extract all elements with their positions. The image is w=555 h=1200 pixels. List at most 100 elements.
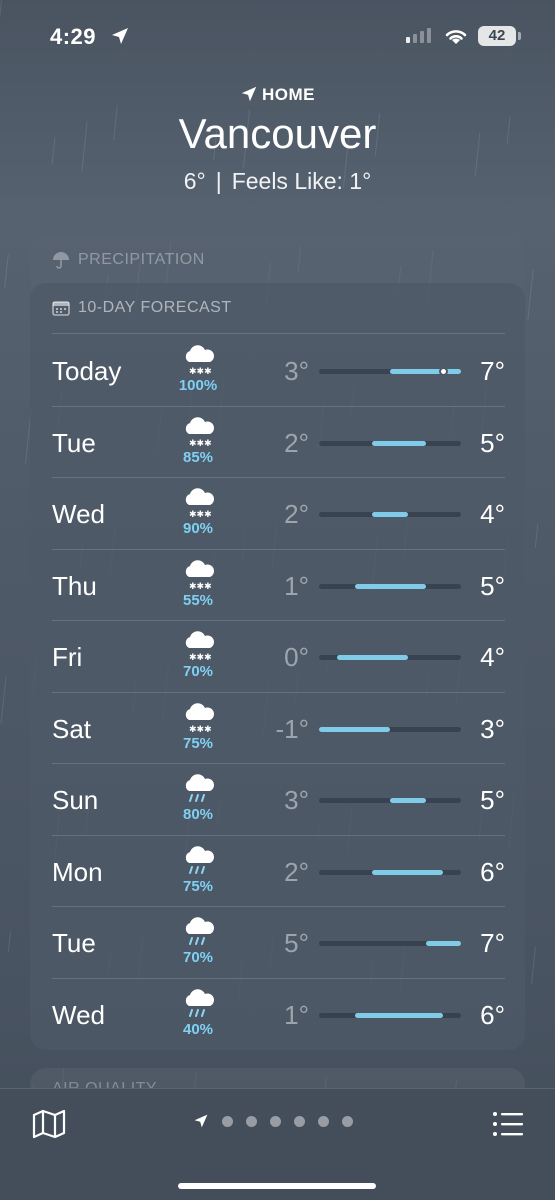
map-icon[interactable] xyxy=(32,1109,66,1139)
rain-cloud-icon xyxy=(185,988,214,1017)
temp-range-bar xyxy=(354,1012,444,1018)
day-label: Today xyxy=(52,356,122,386)
page-dot[interactable] xyxy=(318,1115,329,1127)
forecast-row[interactable]: Sun 80% 3° 5° xyxy=(52,764,505,836)
ten-day-forecast-card[interactable]: 10-DAY FORECAST Today ✱✱✱ 100% 3° 7° Tue ✱✱✱ 85… xyxy=(30,283,525,1050)
feels-like: Feels Like: 1° xyxy=(231,168,372,194)
temp-range-track xyxy=(319,941,461,946)
forecast-row[interactable]: Sat ✱✱✱ 75% -1° 3° xyxy=(52,693,505,764)
precip-chance: 90% xyxy=(182,520,214,537)
low-temp: 1° xyxy=(284,570,309,601)
temp-range-bar xyxy=(425,941,461,946)
home-label-text: HOME xyxy=(262,85,315,104)
day-label: Wed xyxy=(52,999,105,1030)
battery-level: 42 xyxy=(488,27,506,44)
high-temp: 7° xyxy=(480,356,505,386)
temp-range-bar xyxy=(319,726,390,732)
temp-range-track xyxy=(319,583,461,589)
low-temp: 3° xyxy=(284,785,309,815)
page-dot[interactable] xyxy=(342,1115,353,1127)
current-temp-dot xyxy=(439,367,449,376)
svg-text:✱✱✱: ✱✱✱ xyxy=(189,367,212,375)
temp-range-track xyxy=(319,655,461,660)
day-label: Mon xyxy=(52,856,103,887)
snow-cloud-icon: ✱✱✱ xyxy=(185,631,214,661)
current-temp: 6° xyxy=(183,168,206,194)
location-arrow-icon[interactable] xyxy=(193,1113,209,1129)
day-label: Tue xyxy=(52,928,96,958)
precip-chance: 75% xyxy=(182,877,214,895)
snow-cloud-icon: ✱✱✱ xyxy=(185,702,214,733)
high-temp: 4° xyxy=(480,642,505,672)
page-dot[interactable] xyxy=(246,1115,257,1127)
temp-range-track xyxy=(319,440,461,446)
calendar-icon xyxy=(52,301,70,316)
forecast-row[interactable]: Mon 75% 2° 6° xyxy=(52,836,505,907)
low-temp: 2° xyxy=(284,499,309,529)
temp-range-bar xyxy=(354,583,426,589)
page-indicator[interactable] xyxy=(193,1113,353,1129)
low-temp: 2° xyxy=(284,856,309,887)
day-label: Fri xyxy=(52,642,83,672)
temp-range-track xyxy=(319,1012,461,1018)
high-temp: 5° xyxy=(480,785,505,815)
status-time: 4:29 xyxy=(50,24,97,49)
rain-cloud-icon xyxy=(185,774,214,802)
precip-chance: 55% xyxy=(182,591,214,609)
svg-text:✱✱✱: ✱✱✱ xyxy=(189,582,212,590)
high-temp: 6° xyxy=(480,856,505,887)
snow-cloud-icon: ✱✱✱ xyxy=(185,488,214,518)
svg-text:✱✱✱: ✱✱✱ xyxy=(189,439,212,447)
forecast-row[interactable]: Fri ✱✱✱ 70% 0° 4° xyxy=(52,621,505,693)
temp-range-track xyxy=(319,869,461,875)
temp-range-bar xyxy=(372,869,444,875)
home-indicator[interactable] xyxy=(178,1183,376,1189)
separator: | xyxy=(215,168,222,194)
day-label: Sat xyxy=(52,713,92,744)
current-conditions: 6° | Feels Like: 1° xyxy=(0,168,555,195)
temp-range-track xyxy=(319,798,461,803)
high-temp: 3° xyxy=(480,713,505,744)
forecast-row[interactable]: Tue ✱✱✱ 85% 2° 5° xyxy=(52,407,505,478)
forecast-row[interactable]: Tue 70% 5° 7° xyxy=(52,907,505,979)
high-temp: 5° xyxy=(480,427,505,458)
precip-chance: 100% xyxy=(178,377,218,394)
page-dot[interactable] xyxy=(222,1115,233,1127)
temp-range-track xyxy=(319,726,461,732)
snow-cloud-icon: ✱✱✱ xyxy=(185,345,214,375)
page-dot[interactable] xyxy=(270,1115,281,1127)
low-temp: 0° xyxy=(284,642,309,672)
high-temp: 6° xyxy=(480,999,505,1030)
list-icon[interactable] xyxy=(491,1109,525,1139)
page-dot[interactable] xyxy=(294,1115,305,1127)
temp-range-bar xyxy=(372,512,408,517)
temp-range-bar xyxy=(390,798,426,803)
precip-chance: 70% xyxy=(182,949,214,966)
bottom-toolbar xyxy=(0,1088,555,1200)
forecast-row[interactable]: Today ✱✱✱ 100% 3° 7° xyxy=(52,335,505,407)
precip-chance: 80% xyxy=(182,806,214,823)
forecast-header: 10-DAY FORECAST xyxy=(52,299,232,317)
low-temp: 2° xyxy=(284,427,309,458)
day-label: Tue xyxy=(52,427,96,458)
high-temp: 7° xyxy=(480,928,505,958)
low-temp: 1° xyxy=(284,999,309,1030)
precip-chance: 75% xyxy=(182,734,214,752)
temp-range-bar xyxy=(336,655,408,660)
precipitation-header: PRECIPITATION xyxy=(52,251,205,269)
forecast-row[interactable]: Thu ✱✱✱ 55% 1° 5° xyxy=(52,550,505,621)
forecast-rows: Today ✱✱✱ 100% 3° 7° Tue ✱✱✱ 85% 2° 5° Wed ✱✱✱ 90% 2°… xyxy=(52,335,505,1050)
cellular-signal-icon xyxy=(406,28,431,43)
forecast-row[interactable]: Wed ✱✱✱ 90% 2° 4° xyxy=(52,478,505,550)
day-label: Thu xyxy=(52,570,97,601)
temp-range-bar xyxy=(390,369,461,374)
day-label: Sun xyxy=(52,785,99,815)
temp-range-track xyxy=(319,512,461,517)
snow-cloud-icon: ✱✱✱ xyxy=(185,559,214,590)
temp-range-bar xyxy=(372,440,426,446)
low-temp: -1° xyxy=(275,713,309,744)
rain-cloud-icon xyxy=(185,845,214,874)
divider xyxy=(52,333,505,334)
high-temp: 4° xyxy=(480,499,505,529)
forecast-row[interactable]: Wed 40% 1° 6° xyxy=(52,979,505,1051)
